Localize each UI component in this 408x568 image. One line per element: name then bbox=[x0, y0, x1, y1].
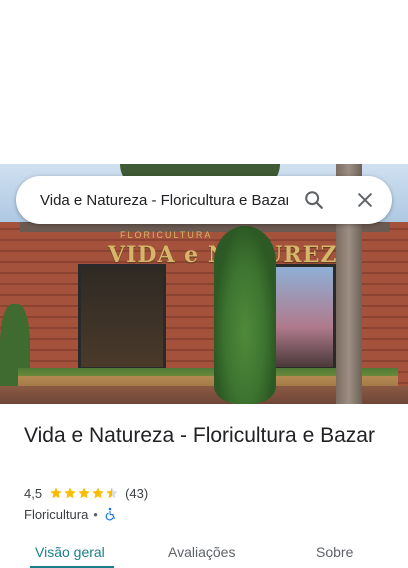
tab-reviews[interactable]: Avaliações bbox=[168, 544, 235, 560]
clear-search-button[interactable] bbox=[349, 184, 381, 216]
search-icon bbox=[305, 191, 323, 209]
photo-sign-small: FLORICULTURA bbox=[120, 230, 213, 240]
rating-row[interactable]: 4,5 (43) bbox=[24, 485, 148, 501]
place-category: Floricultura bbox=[24, 506, 89, 522]
map-blank-area bbox=[0, 0, 408, 164]
tab-overview[interactable]: Visão geral bbox=[35, 544, 105, 560]
separator-dot: • bbox=[93, 506, 98, 522]
photo-window-left bbox=[78, 264, 166, 370]
star-icon bbox=[64, 487, 76, 499]
place-title: Vida e Natureza - Floricultura e Bazar bbox=[24, 424, 375, 447]
category-row: Floricultura • bbox=[24, 505, 117, 523]
star-icon bbox=[78, 487, 90, 499]
place-tabs: Visão geral Avaliações Sobre bbox=[0, 538, 408, 568]
reviews-count[interactable]: (43) bbox=[125, 486, 148, 501]
wheelchair-icon bbox=[105, 507, 115, 521]
search-bar[interactable]: Vida e Natureza - Floricultura e Bazar bbox=[16, 176, 392, 224]
search-button[interactable] bbox=[298, 184, 330, 216]
rating-value: 4,5 bbox=[24, 485, 43, 501]
star-icon bbox=[92, 487, 104, 499]
search-input[interactable]: Vida e Natureza - Floricultura e Bazar bbox=[40, 192, 288, 209]
photo-cypress-tree bbox=[214, 226, 276, 404]
tab-about[interactable]: Sobre bbox=[316, 544, 353, 560]
star-icon bbox=[50, 487, 62, 499]
close-icon bbox=[358, 193, 372, 207]
half-star-icon bbox=[106, 487, 118, 499]
star-rating bbox=[49, 486, 119, 500]
